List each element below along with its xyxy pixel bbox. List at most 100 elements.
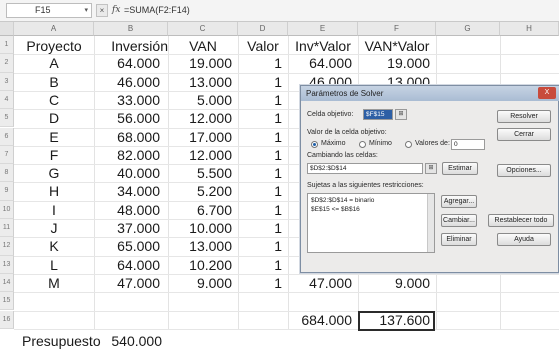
- row-header[interactable]: 12: [0, 237, 14, 256]
- change-constraint-button[interactable]: Cambiar...: [441, 214, 477, 227]
- close-button[interactable]: Cerrar: [497, 128, 551, 141]
- cell-proyecto[interactable]: J: [14, 219, 94, 238]
- column-header-d[interactable]: D: [238, 22, 288, 36]
- fx-icon[interactable]: fx: [112, 5, 120, 15]
- chevron-down-icon[interactable]: ▾: [84, 4, 88, 17]
- close-icon[interactable]: X: [538, 87, 556, 99]
- constraint-item[interactable]: $E$15 <= $B$16: [311, 205, 431, 214]
- cell-van-valor[interactable]: 9.000: [358, 274, 430, 293]
- cell-van[interactable]: 5.200: [168, 182, 232, 201]
- reset-all-button[interactable]: Restablecer todo: [488, 214, 554, 227]
- cell-proyecto[interactable]: F: [14, 146, 94, 165]
- cell-valor[interactable]: 1: [238, 128, 282, 147]
- cell-inversion[interactable]: 40.000: [94, 164, 160, 183]
- cell-van[interactable]: 9.000: [168, 274, 232, 293]
- row-header[interactable]: 4: [0, 90, 14, 110]
- row-header[interactable]: 11: [0, 219, 14, 238]
- cell-valor[interactable]: 1: [238, 54, 282, 73]
- options-button[interactable]: Opciones...: [497, 164, 551, 177]
- row-header[interactable]: 8: [0, 164, 14, 183]
- row-header[interactable]: 16: [0, 310, 14, 329]
- header-inversion[interactable]: Inversión: [94, 37, 168, 56]
- range-select-icon[interactable]: ⊞: [425, 163, 437, 174]
- cell-inv-valor[interactable]: 64.000: [288, 54, 352, 73]
- radio-min-label[interactable]: Mínimo: [369, 140, 392, 147]
- column-header-h[interactable]: H: [500, 22, 559, 36]
- guess-button[interactable]: Estimar: [442, 162, 478, 175]
- range-select-icon[interactable]: ⊞: [395, 109, 407, 120]
- row-header[interactable]: 3: [0, 72, 14, 91]
- radio-min[interactable]: [359, 141, 366, 148]
- cell-van[interactable]: 12.000: [168, 146, 232, 165]
- column-header-a[interactable]: A: [14, 22, 94, 36]
- cell-van[interactable]: 12.000: [168, 109, 232, 128]
- cancel-icon[interactable]: ×: [96, 4, 108, 17]
- select-all-corner[interactable]: [0, 22, 14, 36]
- header-van[interactable]: VAN: [168, 37, 238, 56]
- header-inv-valor[interactable]: Inv*Valor: [288, 37, 358, 56]
- cell-proyecto[interactable]: H: [14, 182, 94, 201]
- cell-valor[interactable]: 1: [238, 274, 282, 293]
- cell-inversion[interactable]: 64.000: [94, 256, 160, 275]
- cell-inversion[interactable]: 47.000: [94, 274, 160, 293]
- row-header[interactable]: 9: [0, 182, 14, 201]
- cell-valor[interactable]: 1: [238, 109, 282, 128]
- cell-valor[interactable]: 1: [238, 164, 282, 183]
- cell-inversion[interactable]: 37.000: [94, 219, 160, 238]
- solve-button[interactable]: Resolver: [497, 110, 551, 123]
- cell-valor[interactable]: 1: [238, 256, 282, 275]
- column-header-f[interactable]: F: [358, 22, 436, 36]
- cell-van[interactable]: 10.000: [168, 219, 232, 238]
- cell-proyecto[interactable]: B: [14, 73, 94, 92]
- column-header-c[interactable]: C: [168, 22, 238, 36]
- cell-proyecto[interactable]: I: [14, 201, 94, 220]
- budget-value[interactable]: 540.000: [94, 332, 162, 351]
- header-proyecto[interactable]: Proyecto: [14, 37, 94, 56]
- row-header[interactable]: 13: [0, 255, 14, 274]
- row-header[interactable]: 2: [0, 54, 14, 73]
- radio-value[interactable]: [405, 141, 412, 148]
- add-constraint-button[interactable]: Agregar...: [441, 195, 477, 208]
- cell-proyecto[interactable]: E: [14, 128, 94, 147]
- cell-proyecto[interactable]: D: [14, 109, 94, 128]
- cell-van[interactable]: 17.000: [168, 128, 232, 147]
- cell-van[interactable]: 13.000: [168, 237, 232, 256]
- cell-valor[interactable]: 1: [238, 237, 282, 256]
- cell-inversion[interactable]: 56.000: [94, 109, 160, 128]
- row-header[interactable]: 1: [0, 36, 14, 55]
- cell-inversion[interactable]: 48.000: [94, 201, 160, 220]
- cell-valor[interactable]: 1: [238, 201, 282, 220]
- constraints-list[interactable]: $D$2:$D$14 = binario $E$15 <= $B$16: [307, 193, 435, 253]
- radio-value-label[interactable]: Valores de:: [415, 140, 450, 147]
- row-header[interactable]: 6: [0, 127, 14, 146]
- cell-proyecto[interactable]: G: [14, 164, 94, 183]
- formula-input[interactable]: =SUMA(F2:F14): [124, 3, 559, 18]
- row-header[interactable]: 5: [0, 109, 14, 128]
- cell-proyecto[interactable]: L: [14, 256, 94, 275]
- cell-van[interactable]: 13.000: [168, 73, 232, 92]
- cell-valor[interactable]: 1: [238, 91, 282, 110]
- cell-van[interactable]: 19.000: [168, 54, 232, 73]
- value-field[interactable]: 0: [451, 139, 485, 150]
- header-van-valor[interactable]: VAN*Valor: [358, 37, 436, 56]
- column-header-e[interactable]: E: [288, 22, 358, 36]
- cell-valor[interactable]: 1: [238, 182, 282, 201]
- row-header[interactable]: 15: [0, 292, 14, 311]
- cell-inversion[interactable]: 82.000: [94, 146, 160, 165]
- cell-inversion[interactable]: 65.000: [94, 237, 160, 256]
- column-header-b[interactable]: B: [94, 22, 168, 36]
- column-header-g[interactable]: G: [436, 22, 500, 36]
- cell-inversion[interactable]: 33.000: [94, 91, 160, 110]
- header-valor[interactable]: Valor: [238, 37, 288, 56]
- cell-van-valor[interactable]: 19.000: [358, 54, 430, 73]
- cell-inversion[interactable]: 34.000: [94, 182, 160, 201]
- row-header[interactable]: 14: [0, 273, 14, 293]
- cell-valor[interactable]: 1: [238, 73, 282, 92]
- radio-max[interactable]: [311, 141, 318, 148]
- cell-van[interactable]: 5.000: [168, 91, 232, 110]
- cell-proyecto[interactable]: A: [14, 54, 94, 73]
- cell-van[interactable]: 5.500: [168, 164, 232, 183]
- row-header[interactable]: 7: [0, 145, 14, 165]
- row-header[interactable]: 10: [0, 200, 14, 219]
- cell-valor[interactable]: 1: [238, 219, 282, 238]
